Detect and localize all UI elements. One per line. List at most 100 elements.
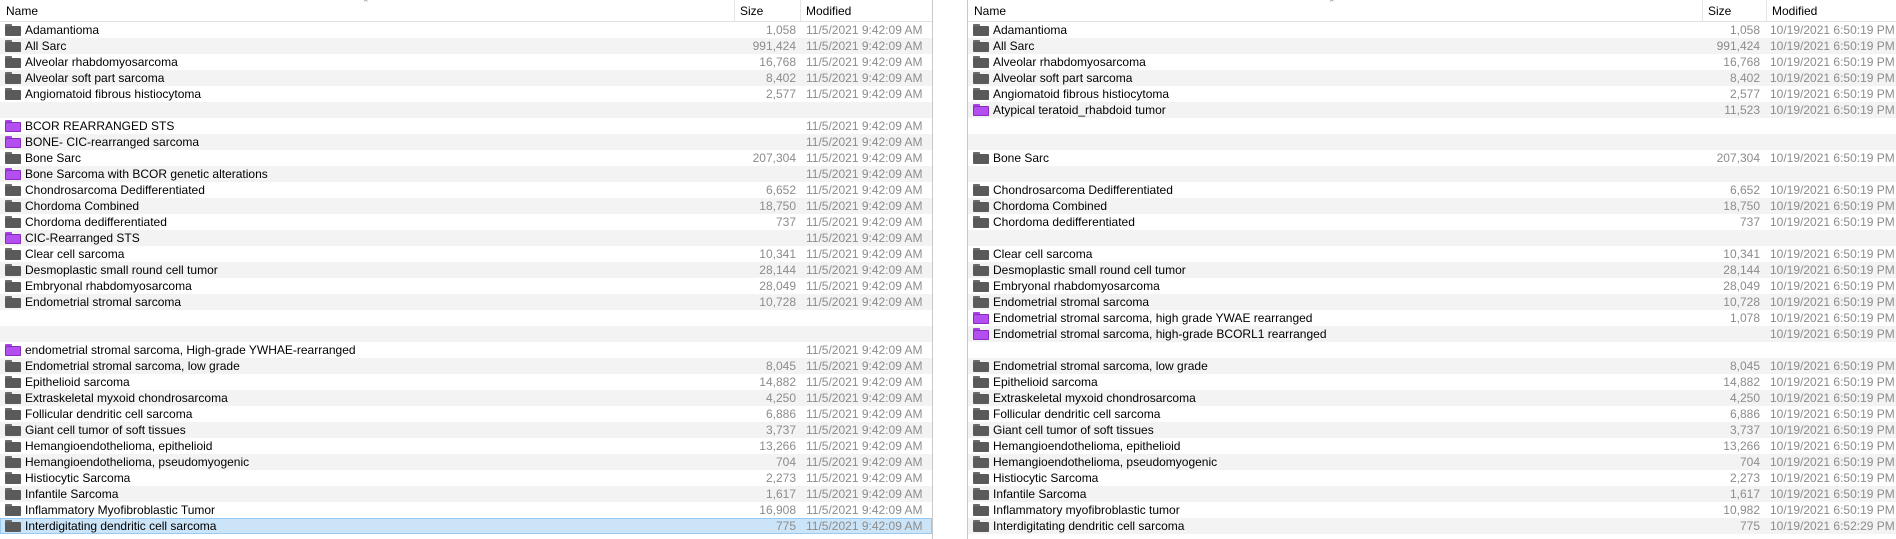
file-row[interactable] [968, 230, 1896, 246]
file-name: endometrial stromal sarcoma, High-grade … [25, 343, 356, 357]
file-row[interactable]: Chordoma Combined 18,750 10/19/2021 6:50:1… [968, 198, 1896, 214]
file-row[interactable]: Angiomatoid fibrous histiocytoma 2,577 10/… [968, 86, 1896, 102]
file-row[interactable]: BCOR REARRANGED STS 11/5/2021 9:42:09 AM [0, 118, 932, 134]
folder-icon [5, 264, 21, 276]
file-size: 16,768 [759, 55, 796, 69]
file-size: 704 [775, 455, 796, 469]
file-row[interactable]: Infantile Sarcoma 1,617 10/19/2021 6:50:19… [968, 486, 1896, 502]
file-row[interactable]: Atypical teratoid_rhabdoid tumor 11,523 10… [968, 102, 1896, 118]
file-row[interactable]: CIC-Rearranged STS 11/5/2021 9:42:09 AM [0, 230, 932, 246]
file-name: BONE- CIC-rearranged sarcoma [25, 135, 200, 149]
file-row[interactable]: Alveolar soft part sarcoma 8,402 11/5/2021… [0, 70, 932, 86]
file-row[interactable]: Desmoplastic small round cell tumor 28,14… [968, 262, 1896, 278]
file-modified: 11/5/2021 9:42:09 AM [806, 263, 923, 277]
folder-icon [5, 152, 21, 164]
file-name: Giant cell tumor of soft tissues [25, 423, 186, 437]
file-name: CIC-Rearranged STS [25, 231, 140, 245]
file-row[interactable]: Chordoma dedifferentiated 737 10/19/2021 6… [968, 214, 1896, 230]
file-modified: 11/5/2021 9:42:09 AM [806, 247, 923, 261]
column-header-modified[interactable]: Modified [1766, 0, 1896, 21]
file-row[interactable]: Epithelioid sarcoma 14,882 10/19/2021 6:50… [968, 374, 1896, 390]
file-row[interactable]: Bone Sarc 207,304 11/5/2021 9:42:09 AM [0, 150, 932, 166]
file-name: Giant cell tumor of soft tissues [993, 423, 1154, 437]
file-row[interactable] [0, 102, 932, 118]
file-row[interactable]: Follicular dendritic cell sarcoma 6,886 11… [0, 406, 932, 422]
file-size: 8,402 [1729, 71, 1760, 85]
file-row[interactable]: Endometrial stromal sarcoma 10,728 10/19/2… [968, 294, 1896, 310]
file-row[interactable]: Interdigitating dendritic cell sarcoma 77… [0, 518, 932, 534]
file-size: 991,424 [752, 39, 796, 53]
file-row[interactable]: Giant cell tumor of soft tissues 3,737 10/… [968, 422, 1896, 438]
file-name: Alveolar rhabdomyosarcoma [25, 55, 178, 69]
file-row[interactable]: Desmoplastic small round cell tumor 28,14… [0, 262, 932, 278]
file-row[interactable] [968, 134, 1896, 150]
file-row[interactable]: Endometrial stromal sarcoma, high grade … [968, 310, 1896, 326]
file-row[interactable]: Epithelioid sarcoma 14,882 11/5/2021 9:42:… [0, 374, 932, 390]
folder-icon [973, 296, 989, 308]
file-row[interactable]: Hemangioendothelioma, epithelioid 13,266 1… [0, 438, 932, 454]
file-row[interactable]: All Sarc 991,424 10/19/2021 6:50:19 PM [968, 38, 1896, 54]
file-modified: 10/19/2021 6:50:19 PM [1770, 183, 1895, 197]
file-modified: 10/19/2021 6:50:19 PM [1770, 375, 1895, 389]
file-row[interactable]: Hemangioendothelioma, pseudomyogenic 704 1… [968, 454, 1896, 470]
column-header-name[interactable]: Name [968, 0, 1702, 21]
file-row[interactable]: Adamantioma 1,058 10/19/2021 6:50:19 PM [968, 22, 1896, 38]
file-row[interactable]: Chordoma Combined 18,750 11/5/2021 9:42:09… [0, 198, 932, 214]
file-name: Embryonal rhabdomyosarcoma [25, 279, 192, 293]
file-row[interactable]: Endometrial stromal sarcoma, low grade 8,… [0, 358, 932, 374]
file-row[interactable]: Hemangioendothelioma, epithelioid 13,266 1… [968, 438, 1896, 454]
file-row[interactable]: Histiocytic Sarcoma 2,273 11/5/2021 9:42:0… [0, 470, 932, 486]
file-row[interactable]: BONE- CIC-rearranged sarcoma 11/5/2021 9:… [0, 134, 932, 150]
file-size: 4,250 [1729, 391, 1760, 405]
column-header-name[interactable]: Name [0, 0, 734, 21]
file-row[interactable]: Adamantioma 1,058 11/5/2021 9:42:09 AM [0, 22, 932, 38]
column-header-size[interactable]: Size [734, 0, 800, 21]
file-row[interactable]: Endometrial stromal sarcoma, high-grade … [968, 326, 1896, 342]
pane-divider[interactable] [932, 0, 968, 539]
file-row[interactable]: All Sarc 991,424 11/5/2021 9:42:09 AM [0, 38, 932, 54]
file-row[interactable] [968, 342, 1896, 358]
file-row[interactable]: Alveolar soft part sarcoma 8,402 10/19/202… [968, 70, 1896, 86]
file-row[interactable]: Angiomatoid fibrous histiocytoma 2,577 11/… [0, 86, 932, 102]
file-row[interactable]: Giant cell tumor of soft tissues 3,737 11/… [0, 422, 932, 438]
folder-icon [5, 248, 21, 260]
file-row[interactable]: Extraskeletal myxoid chondrosarcoma 4,250… [968, 390, 1896, 406]
folder-icon [973, 456, 989, 468]
file-row[interactable] [0, 310, 932, 326]
folder-icon [973, 488, 989, 500]
file-row[interactable] [0, 326, 932, 342]
file-row[interactable]: Inflammatory myofibroblastic tumor 10,982… [968, 502, 1896, 518]
file-row[interactable]: Extraskeletal myxoid chondrosarcoma 4,250… [0, 390, 932, 406]
file-name: Endometrial stromal sarcoma, high grade … [993, 311, 1313, 325]
file-size: 737 [1739, 215, 1760, 229]
file-row[interactable]: Alveolar rhabdomyosarcoma 16,768 10/19/202… [968, 54, 1896, 70]
file-row[interactable]: Chondrosarcoma Dedifferentiated 6,652 10/1… [968, 182, 1896, 198]
file-row[interactable]: Alveolar rhabdomyosarcoma 16,768 11/5/2021… [0, 54, 932, 70]
file-row[interactable]: Embryonal rhabdomyosarcoma 28,049 11/5/202… [0, 278, 932, 294]
file-row[interactable]: Clear cell sarcoma 10,341 11/5/2021 9:42:0… [0, 246, 932, 262]
file-row[interactable]: Follicular dendritic cell sarcoma 6,886 10… [968, 406, 1896, 422]
folder-icon [973, 280, 989, 292]
file-row[interactable] [968, 118, 1896, 134]
file-row[interactable]: Interdigitating dendritic cell sarcoma 77… [968, 518, 1896, 534]
file-row[interactable]: endometrial stromal sarcoma, High-grade … [0, 342, 932, 358]
file-row[interactable]: Infantile Sarcoma 1,617 11/5/2021 9:42:09 … [0, 486, 932, 502]
file-row[interactable]: Bone Sarcoma with BCOR genetic alteratio… [0, 166, 932, 182]
file-modified: 10/19/2021 6:50:19 PM [1770, 199, 1895, 213]
file-row[interactable]: Histiocytic Sarcoma 2,273 10/19/2021 6:50:… [968, 470, 1896, 486]
file-row[interactable]: Bone Sarc 207,304 10/19/2021 6:50:19 PM [968, 150, 1896, 166]
file-row[interactable]: Chordoma dedifferentiated 737 11/5/2021 9:… [0, 214, 932, 230]
file-row[interactable]: Clear cell sarcoma 10,341 10/19/2021 6:50:… [968, 246, 1896, 262]
file-row[interactable]: Endometrial stromal sarcoma, low grade 8,… [968, 358, 1896, 374]
file-name: All Sarc [993, 39, 1035, 53]
file-row[interactable]: Inflammatory Myofibroblastic Tumor 16,908… [0, 502, 932, 518]
file-row[interactable]: Chondrosarcoma Dedifferentiated 6,652 11/5… [0, 182, 932, 198]
file-row[interactable]: Endometrial stromal sarcoma 10,728 11/5/20… [0, 294, 932, 310]
column-header-size[interactable]: Size [1702, 0, 1766, 21]
file-row[interactable] [968, 166, 1896, 182]
file-modified: 11/5/2021 9:42:09 AM [806, 183, 923, 197]
column-header-modified[interactable]: Modified [800, 0, 932, 21]
file-row[interactable]: Hemangioendothelioma, pseudomyogenic 704 1… [0, 454, 932, 470]
file-name: Inflammatory Myofibroblastic Tumor [25, 503, 216, 517]
file-row[interactable]: Embryonal rhabdomyosarcoma 28,049 10/19/20… [968, 278, 1896, 294]
